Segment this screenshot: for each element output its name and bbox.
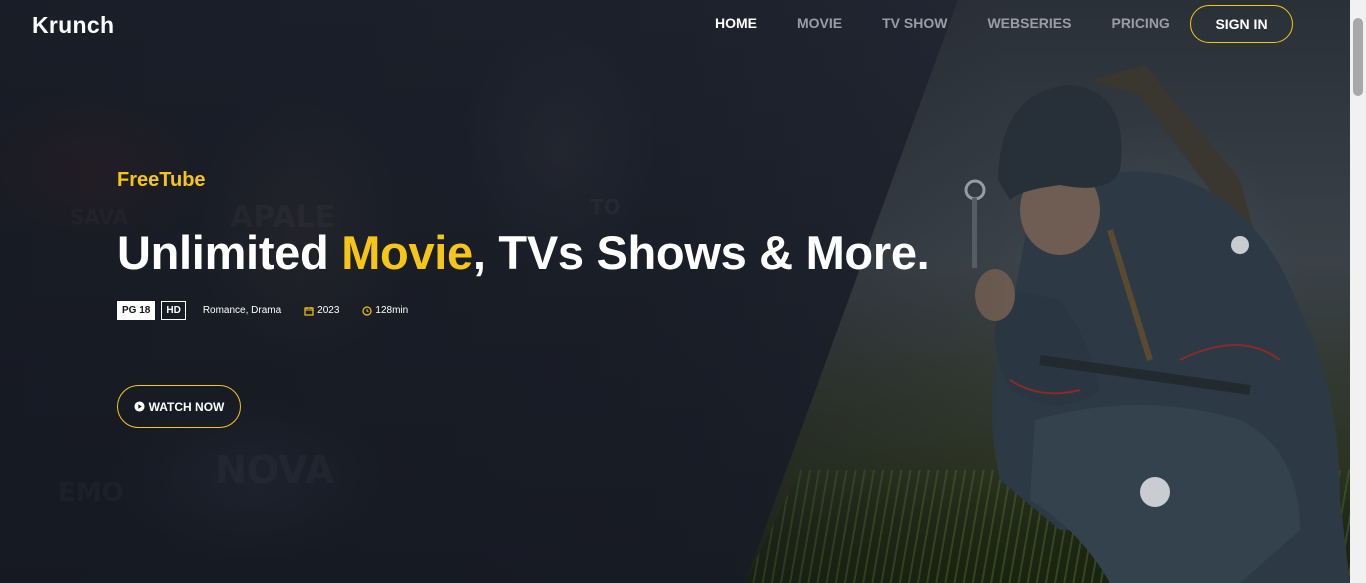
genre-text: Romance, Drama	[202, 305, 282, 316]
year-text: 2023	[317, 305, 340, 316]
scrollbar-thumb[interactable]	[1353, 18, 1363, 96]
movie-meta: PG 18 HD Romance, Drama 2023 128min	[117, 301, 408, 320]
nav-webseries[interactable]: WEBSERIES	[987, 15, 1071, 31]
quality-badge: HD	[161, 301, 186, 320]
nav-tv-show[interactable]: TV SHOW	[882, 15, 947, 31]
clock-icon	[362, 305, 373, 316]
year-info: 2023	[304, 305, 339, 316]
hero-headline: Unlimited Movie, TVs Shows & More.	[117, 225, 930, 280]
watch-now-button[interactable]: WATCH NOW	[117, 385, 241, 428]
nav-pricing[interactable]: PRICING	[1111, 15, 1169, 31]
main-nav: HOME MOVIE TV SHOW WEBSERIES PRICING	[715, 15, 1210, 31]
nav-home[interactable]: HOME	[715, 15, 757, 31]
headline-text-end: , TVs Shows & More.	[472, 226, 930, 279]
rating-badge: PG 18	[117, 301, 156, 320]
sign-in-button[interactable]: SIGN IN	[1190, 5, 1293, 43]
page-scrollbar[interactable]	[1350, 0, 1366, 583]
site-logo[interactable]: Krunch	[32, 12, 114, 39]
duration-info: 128min	[362, 305, 408, 316]
watch-now-label: WATCH NOW	[148, 399, 225, 414]
headline-highlight: Movie	[341, 226, 473, 279]
hero-tagline: FreeTube	[117, 169, 206, 191]
calendar-icon	[304, 306, 314, 316]
soldier-illustration	[964, 65, 1350, 583]
hero-banner: SAVA APALE TO NOVA EMO	[0, 0, 1350, 583]
play-circle-icon	[134, 401, 145, 412]
duration-text: 128min	[375, 305, 409, 316]
headline-text-start: Unlimited	[117, 226, 342, 279]
nav-movie[interactable]: MOVIE	[797, 15, 842, 31]
